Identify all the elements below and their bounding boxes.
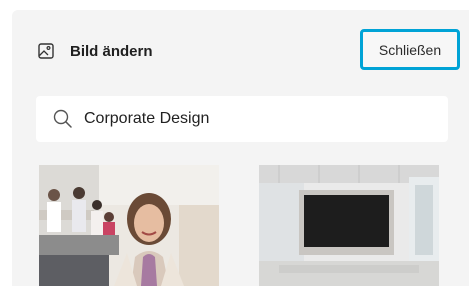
search-input[interactable] — [82, 109, 416, 129]
image-icon — [38, 43, 54, 59]
search-box[interactable] — [36, 96, 448, 142]
search-icon — [52, 108, 74, 130]
close-button[interactable]: Schließen — [360, 29, 460, 70]
empty-office-screen-image[interactable] — [259, 165, 439, 286]
panel-title: Bild ändern — [70, 43, 153, 60]
change-image-panel: Bild ändern Schließen — [12, 10, 469, 286]
office-portrait-image[interactable] — [39, 165, 219, 286]
